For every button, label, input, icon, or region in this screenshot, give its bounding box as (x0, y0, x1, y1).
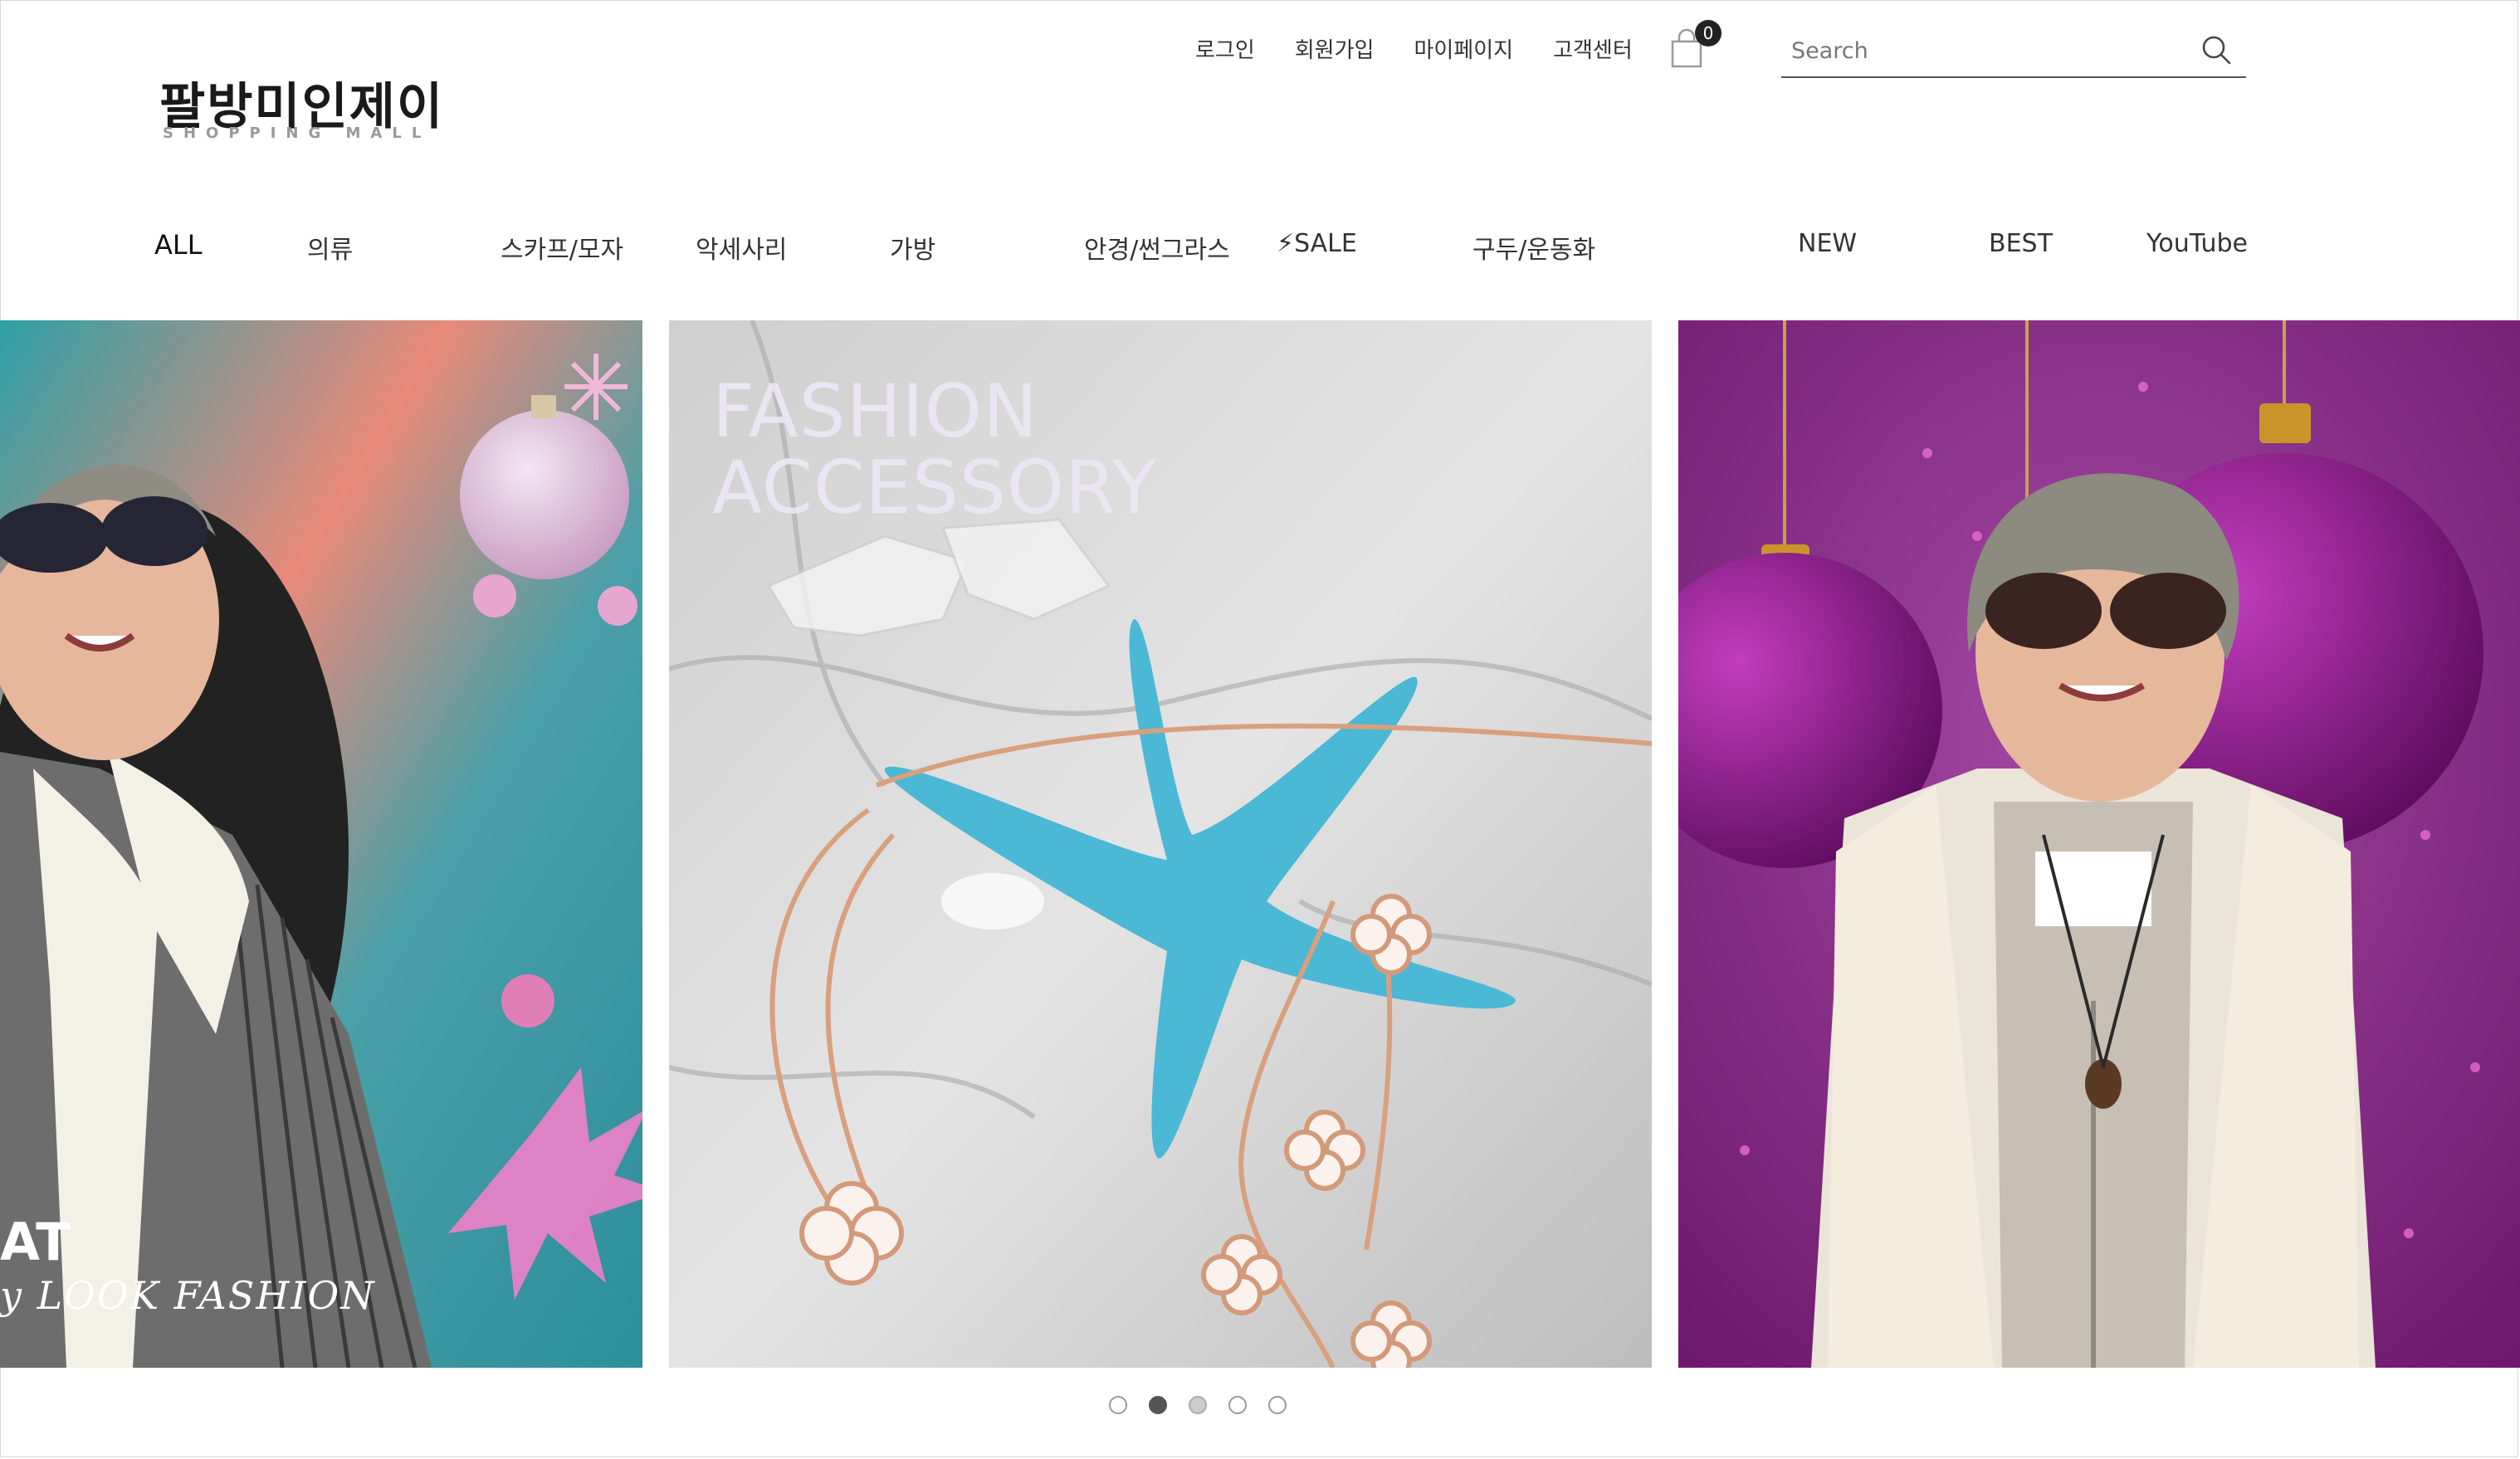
category-scarf-hat[interactable]: 스카프/모자 (501, 229, 623, 266)
category-clothing[interactable]: 의류 (307, 229, 353, 266)
pager-dot-1[interactable] (1109, 1396, 1127, 1414)
category-accessories[interactable]: 악세사리 (696, 229, 787, 266)
banner-carousel: AT y LOOK FASHION FASHION ACCESSORY (0, 320, 2520, 1368)
pager-dot-2[interactable] (1149, 1396, 1167, 1414)
pager-dot-3[interactable] (1189, 1396, 1207, 1414)
mypage-link[interactable]: 마이페이지 (1414, 33, 1513, 64)
slide-left-caption-subtitle: y LOOK FASHION (0, 1273, 376, 1318)
category-bags[interactable]: 가방 (890, 229, 935, 266)
category-youtube[interactable]: YouTube (2146, 229, 2248, 258)
search-icon[interactable] (2200, 33, 2233, 66)
carousel-pager (1109, 1396, 1308, 1414)
slide-center-title-line2: ACCESSORY (712, 445, 1158, 530)
banner-slide-current[interactable]: FASHION ACCESSORY (669, 320, 1652, 1368)
category-glasses[interactable]: 안경/썬그라스 (1084, 229, 1230, 266)
slide-left-caption-title: AT (0, 1212, 71, 1272)
search-box (1781, 22, 2246, 78)
banner-slide-next[interactable] (1678, 320, 2520, 1368)
site-logo[interactable]: 팔방미인제이 SHOPPING MALL (159, 80, 442, 142)
slide-left-image (0, 320, 642, 1368)
signup-link[interactable]: 회원가입 (1295, 33, 1375, 64)
slide-right-image (1678, 320, 2520, 1368)
utility-nav: 로그인 회원가입 마이페이지 고객센터 (1195, 33, 1673, 64)
pager-dot-5[interactable] (1268, 1396, 1287, 1414)
category-shoes[interactable]: 구두/운동화 (1472, 229, 1595, 266)
category-best[interactable]: BEST (1989, 229, 2053, 258)
login-link[interactable]: 로그인 (1195, 33, 1255, 64)
logo-tagline: SHOPPING MALL (163, 124, 432, 142)
pager-dot-4[interactable] (1228, 1396, 1247, 1414)
slide-center-title: FASHION ACCESSORY (712, 373, 1157, 526)
customer-center-link[interactable]: 고객센터 (1553, 33, 1633, 64)
category-new[interactable]: NEW (1798, 229, 1857, 258)
banner-slide-prev[interactable]: AT y LOOK FASHION (0, 320, 642, 1368)
cart-count-badge: 0 (1695, 20, 1722, 46)
category-all[interactable]: ALL (154, 229, 203, 261)
category-nav: ALL 의류 스카프/모자 악세사리 가방 안경/썬그라스 ⚡SALE 구두/운… (0, 229, 2520, 265)
category-sale[interactable]: ⚡SALE (1277, 229, 1357, 258)
search-input[interactable] (1790, 33, 2191, 68)
slide-center-title-line1: FASHION (712, 368, 1038, 454)
